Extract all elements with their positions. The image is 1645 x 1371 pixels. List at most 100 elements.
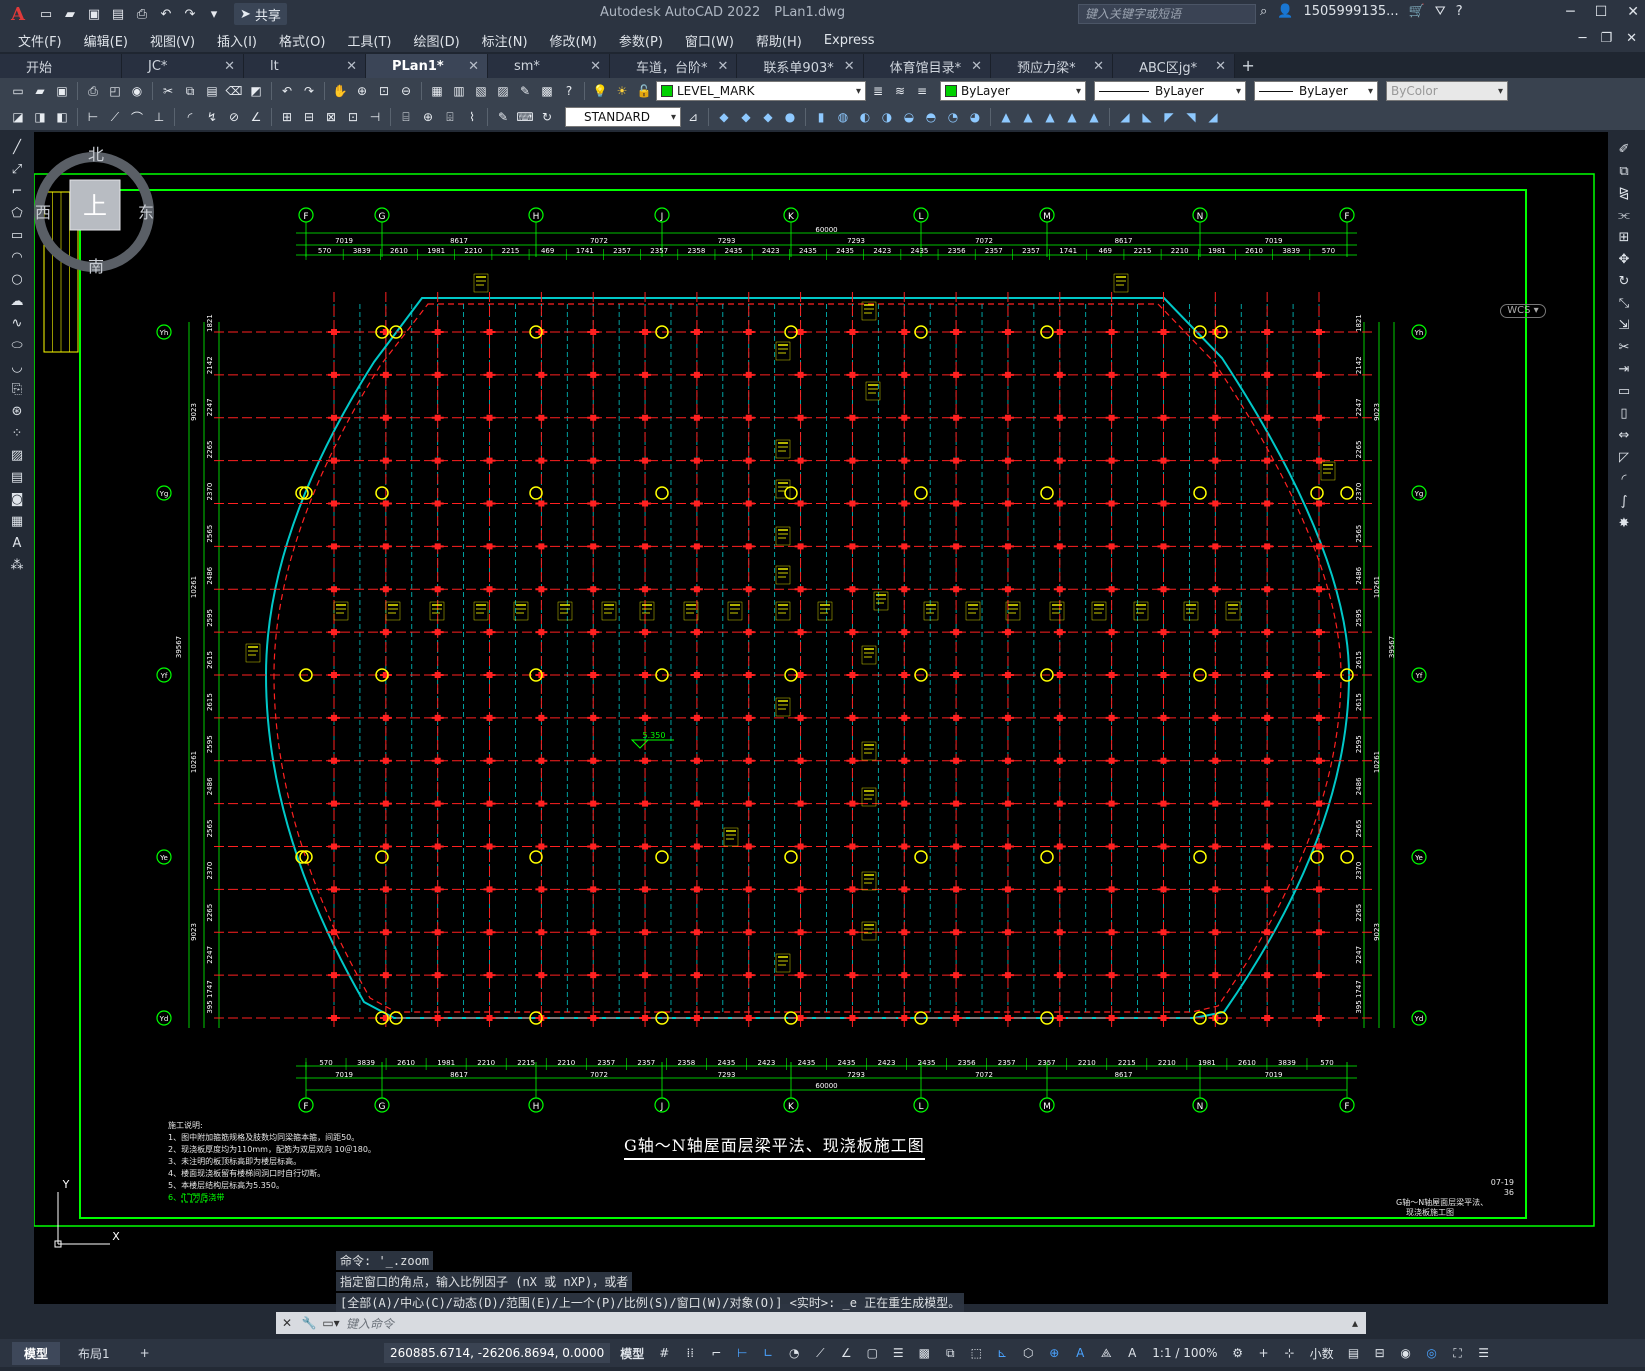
ordinate-dim-icon[interactable]: ⊥ (149, 107, 169, 127)
tab-model[interactable]: 模型 (12, 1341, 61, 1365)
3d-osnap-icon[interactable]: ⬚ (966, 1346, 986, 1360)
arc-icon[interactable]: ◠ (8, 248, 26, 266)
angular-dim-icon[interactable]: ∠ (246, 107, 266, 127)
viewcube-east-label[interactable]: 东 (138, 203, 154, 222)
make-block-icon[interactable]: ⊛ (8, 402, 26, 420)
object-snap-icon[interactable]: ▢ (862, 1346, 882, 1360)
infer-constraints-icon[interactable]: ⌐ (706, 1346, 726, 1360)
annotation-monitor-icon[interactable]: + (1254, 1346, 1274, 1360)
break-at-point-icon[interactable]: ▭ (1615, 382, 1633, 400)
cart-icon[interactable]: 🛒 (1409, 4, 1425, 19)
lineweight-select[interactable]: ByLayer ▾ (1254, 81, 1378, 101)
menu-help[interactable]: 帮助(H) (756, 31, 802, 50)
help-icon[interactable]: ? (1456, 4, 1463, 19)
dimstyle-select[interactable]: STANDARD ▾ (565, 107, 681, 127)
dim-text-edit-icon[interactable]: ⌨ (515, 107, 535, 127)
ortho-icon[interactable]: ∟ (758, 1346, 778, 1360)
tab-close-icon[interactable]: ✕ (224, 59, 235, 74)
erase-icon[interactable]: ✐ (1615, 140, 1633, 158)
trim-icon[interactable]: ✂ (1615, 338, 1633, 356)
search-input[interactable]: 键入关键字或短语 (1078, 4, 1256, 24)
point-icon[interactable]: ⁘ (8, 424, 26, 442)
design-center-icon[interactable]: ▥ (449, 81, 469, 101)
mtext-icon[interactable]: A (8, 534, 26, 552)
solid-cone-icon[interactable]: ◆ (758, 107, 778, 127)
transparency-icon[interactable]: ▩ (914, 1346, 934, 1360)
tab-layout1[interactable]: 布局1 (66, 1342, 122, 1365)
customize-dropdown-icon[interactable]: ▾ (204, 4, 224, 24)
workspace-gear-icon[interactable]: ⚙ (1228, 1346, 1248, 1360)
tab-close-icon[interactable]: ✕ (1093, 59, 1104, 74)
hardware-acceleration-icon[interactable]: ◎ (1422, 1346, 1442, 1360)
menu-insert[interactable]: 插入(I) (217, 31, 257, 50)
print-icon[interactable]: ⎙ (132, 4, 152, 24)
inspect-icon[interactable]: ⌹ (440, 107, 460, 127)
revolve-icon[interactable]: ◍ (833, 107, 853, 127)
add-layout-button[interactable]: + (128, 1343, 162, 1363)
model-space-toggle[interactable]: 模型 (616, 1345, 648, 1362)
blend-icon[interactable]: ∫ (1615, 492, 1633, 510)
dynamic-ucs-icon[interactable]: ⊾ (992, 1346, 1012, 1360)
construction-line-icon[interactable]: ⤢ (8, 160, 26, 178)
menu-modify[interactable]: 修改(M) (550, 31, 597, 50)
array-icon[interactable]: ⊞ (1615, 228, 1633, 246)
region-icon[interactable]: ◙ (8, 490, 26, 508)
tab-close-icon[interactable]: ✕ (718, 59, 729, 74)
viewcube-west-label[interactable]: 西 (35, 203, 51, 222)
copy-icon[interactable]: ⧉ (180, 81, 200, 101)
zoom-window-icon[interactable]: ⊡ (374, 81, 394, 101)
polyline-icon[interactable]: ⌐ (8, 182, 26, 200)
doc-close-icon[interactable]: ✕ (1626, 31, 1637, 46)
customization-icon[interactable]: ☰ (1474, 1346, 1494, 1360)
scale-icon[interactable]: ⤡ (1615, 294, 1633, 312)
add-selected-icon[interactable]: ⁂ (8, 556, 26, 574)
menu-window[interactable]: 窗口(W) (685, 31, 734, 50)
new-icon[interactable]: ▭ (8, 81, 28, 101)
paste-icon[interactable]: ▤ (202, 81, 222, 101)
drawing-canvas[interactable]: F F G G H H J J K K L L M M N N F F Yh Yh Yg Yg Yf Yf Ye Ye Yd Yd 60… (34, 132, 1608, 1304)
wcs-menu-button[interactable]: WCS ▾ (1500, 304, 1546, 318)
subtract-icon[interactable]: ◓ (921, 107, 941, 127)
tab-lt[interactable]: lt ✕ (244, 54, 366, 78)
preview-icon[interactable]: ◰ (105, 81, 125, 101)
doc-minimize-icon[interactable]: ─ (1579, 31, 1587, 46)
isodraft-icon[interactable]: ⟋ (810, 1346, 830, 1361)
polar-icon[interactable]: ◔ (784, 1346, 804, 1360)
command-expand-icon[interactable]: ▴ (1344, 1316, 1366, 1330)
annotation-visibility-icon[interactable]: A (1070, 1346, 1090, 1360)
linetype-select[interactable]: ByLayer ▾ (1094, 81, 1246, 101)
circle-icon[interactable]: ○ (8, 270, 26, 288)
fillet-icon[interactable]: ◜ (1615, 470, 1633, 488)
dimension-icon[interactable]: ◨ (30, 107, 50, 127)
selection-filter-icon[interactable]: ⬡ (1018, 1346, 1038, 1360)
zoom-previous-icon[interactable]: ⊖ (396, 81, 416, 101)
pan-icon[interactable]: ✋ (330, 81, 350, 101)
selection-cycling-icon[interactable]: ⧉ (940, 1346, 960, 1361)
plotstyle-select[interactable]: ByColor ▾ (1386, 81, 1508, 101)
undo-icon[interactable]: ↶ (277, 81, 297, 101)
color-select[interactable]: ByLayer ▾ (940, 81, 1086, 101)
a360-icon[interactable]: ⛛ (1435, 4, 1446, 19)
mirror-icon[interactable]: ⧎ (1615, 184, 1633, 202)
break-icon[interactable]: ▯ (1615, 404, 1633, 422)
tab-jc[interactable]: JC* ✕ (122, 54, 244, 78)
center-mark-icon[interactable]: ⊕ (418, 107, 438, 127)
units-icon[interactable]: ⊹ (1280, 1346, 1300, 1360)
new-tab-button[interactable]: + (1235, 54, 1261, 78)
annotation-scale-value[interactable]: 1:1 / 100% (1148, 1346, 1221, 1360)
make-current-icon[interactable]: ≋ (890, 81, 910, 101)
surface-icon[interactable]: ▲ (1018, 107, 1038, 127)
layer-properties-icon[interactable]: ≣ (868, 81, 888, 101)
tab-plan1[interactable]: PLan1* ✕ (366, 54, 488, 78)
isolate-objects-icon[interactable]: ◉ (1396, 1346, 1416, 1360)
tab-abc-jg[interactable]: ABC区jg* ✕ (1113, 54, 1236, 78)
command-close-icon[interactable]: ✕ (276, 1316, 298, 1330)
zoom-realtime-icon[interactable]: ⊕ (352, 81, 372, 101)
layer-previous-icon[interactable]: ≡ (912, 81, 932, 101)
spline-icon[interactable]: ∿ (8, 314, 26, 332)
offset-icon[interactable]: ⫘ (1615, 206, 1633, 224)
quick-dimension-icon[interactable]: ◪ (8, 107, 28, 127)
tab-gym-index[interactable]: 体育馆目录* ✕ (863, 54, 992, 78)
ucs-world-icon[interactable]: ◣ (1137, 107, 1157, 127)
render-icon[interactable]: ▲ (1084, 107, 1104, 127)
